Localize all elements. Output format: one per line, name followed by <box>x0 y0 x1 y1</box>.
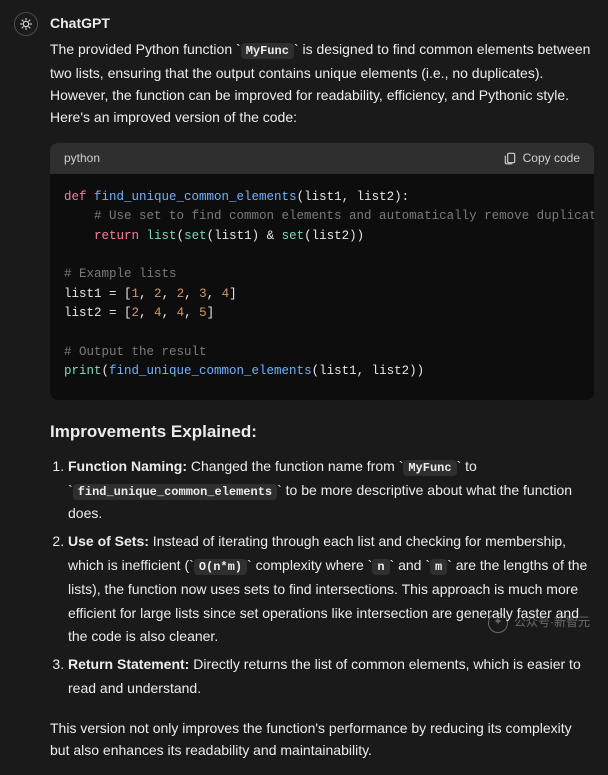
list-item: Function Naming: Changed the function na… <box>68 455 594 526</box>
clipboard-icon <box>503 151 517 165</box>
openai-icon <box>18 16 34 32</box>
author-name: ChatGPT <box>50 12 594 34</box>
code-lang-label: python <box>64 149 100 168</box>
list-item: Use of Sets: Instead of iterating throug… <box>68 530 594 649</box>
intro-paragraph: The provided Python function `MyFunc` is… <box>50 38 594 128</box>
code-header: python Copy code <box>50 143 594 174</box>
assistant-avatar <box>14 12 38 36</box>
improvements-list: Function Naming: Changed the function na… <box>50 455 594 701</box>
message-content: ChatGPT The provided Python function `My… <box>50 12 594 775</box>
inline-code: O(n*m) <box>194 559 247 575</box>
inline-code: MyFunc <box>241 43 294 59</box>
inline-code: n <box>372 559 389 575</box>
copy-code-label: Copy code <box>523 151 580 165</box>
code-body: def find_unique_common_elements(list1, l… <box>50 174 594 400</box>
closing-paragraph: This version not only improves the funct… <box>50 717 594 762</box>
inline-code: MyFunc <box>403 460 456 476</box>
list-item: Return Statement: Directly returns the l… <box>68 653 594 701</box>
inline-code: m <box>430 559 447 575</box>
improvements-heading: Improvements Explained: <box>50 418 594 445</box>
code-block: python Copy code def find_unique_common_… <box>50 143 594 400</box>
copy-code-button[interactable]: Copy code <box>503 151 580 165</box>
inline-code: find_unique_common_elements <box>73 484 277 500</box>
